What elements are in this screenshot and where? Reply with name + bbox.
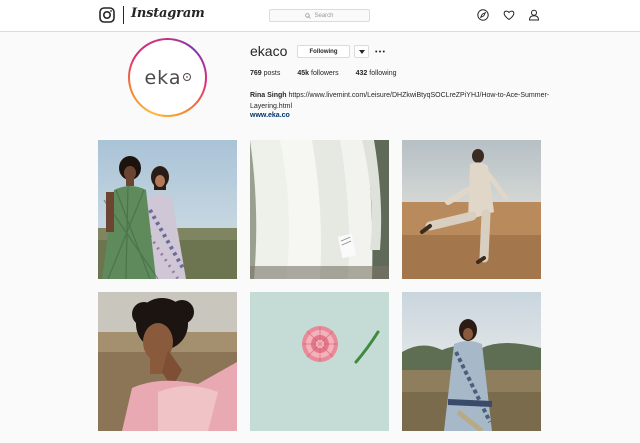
following-label: following bbox=[369, 70, 397, 77]
profile-full-name: Rina Singh bbox=[250, 92, 287, 99]
instagram-glyph-icon[interactable] bbox=[99, 7, 115, 23]
search-input[interactable]: Search bbox=[269, 9, 370, 22]
following-button[interactable]: Following bbox=[297, 45, 350, 58]
following-count: 432 bbox=[355, 70, 368, 77]
post-image bbox=[402, 140, 541, 279]
suggestions-dropdown-button[interactable] bbox=[354, 45, 369, 58]
post-image bbox=[250, 292, 389, 431]
posts-count: 769 bbox=[250, 70, 262, 77]
compass-icon[interactable] bbox=[477, 9, 489, 21]
avatar-story-ring[interactable]: eka bbox=[128, 38, 207, 117]
posts-stat: 769 posts bbox=[250, 70, 280, 77]
post-image bbox=[250, 140, 389, 279]
post-thumbnail[interactable] bbox=[402, 292, 541, 431]
followers-stat[interactable]: 45k followers bbox=[297, 70, 338, 77]
caret-down-icon bbox=[358, 49, 365, 54]
post-thumbnail[interactable] bbox=[402, 140, 541, 279]
bio-text: https://www.livemint.com/Leisure/DHZkwiB… bbox=[250, 92, 550, 110]
avatar-logo-text: eka bbox=[144, 66, 182, 89]
profile-bio: Rina Singh https://www.livemint.com/Leis… bbox=[250, 90, 550, 112]
search-placeholder: Search bbox=[314, 12, 334, 19]
profile-stats: 769 posts 45k followers 432 following bbox=[250, 70, 397, 77]
person-icon[interactable] bbox=[528, 9, 540, 21]
top-navigation-bar: Instagram Search bbox=[0, 0, 640, 32]
avatar-logo-mark bbox=[182, 72, 191, 81]
options-button[interactable] bbox=[374, 45, 386, 57]
post-thumbnail[interactable] bbox=[250, 292, 389, 431]
logo-divider bbox=[123, 6, 124, 24]
followers-count: 45k bbox=[297, 70, 310, 77]
post-thumbnail[interactable] bbox=[98, 140, 237, 279]
instagram-wordmark[interactable]: Instagram bbox=[131, 6, 205, 21]
followers-label: followers bbox=[311, 70, 339, 77]
post-image bbox=[98, 140, 237, 279]
avatar: eka bbox=[133, 43, 202, 112]
profile-username: ekaco bbox=[250, 43, 288, 59]
post-thumbnail[interactable] bbox=[250, 140, 389, 279]
search-icon bbox=[305, 12, 312, 19]
post-thumbnail[interactable] bbox=[98, 292, 237, 431]
following-stat[interactable]: 432 following bbox=[356, 70, 397, 77]
post-image bbox=[98, 292, 237, 431]
post-image bbox=[402, 292, 541, 431]
profile-website-link[interactable]: www.eka.co bbox=[250, 112, 290, 119]
ellipsis-icon bbox=[375, 50, 385, 52]
posts-label: posts bbox=[263, 70, 281, 77]
heart-icon[interactable] bbox=[503, 9, 515, 21]
